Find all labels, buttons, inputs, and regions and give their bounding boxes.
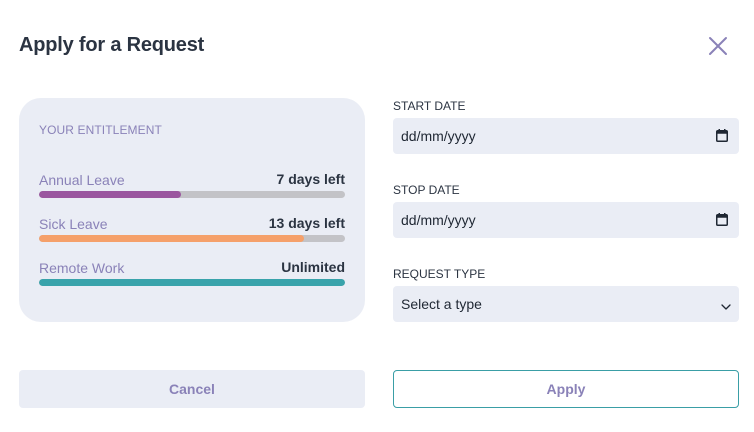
chevron-down-icon [721,299,731,310]
calendar-icon[interactable] [716,213,728,226]
cancel-button[interactable]: Cancel [19,370,365,408]
entitlement-progress-fill [39,191,182,198]
request-type-label: REQUEST TYPE [393,267,486,281]
request-type-select[interactable]: Select a type [393,286,739,322]
stop-date-input[interactable]: dd/mm/yyyy [393,202,739,238]
entitlement-label: Annual Leave [39,172,125,188]
entitlement-progress-fill [39,235,304,242]
entitlement-progress-fill [39,279,345,286]
close-icon[interactable] [706,34,730,58]
stop-date-label: STOP DATE [393,183,460,197]
entitlement-card: YOUR ENTITLEMENT Annual Leave 7 days lef… [19,98,365,322]
entitlement-progress-bar [39,191,345,198]
entitlement-progress-bar [39,279,345,286]
entitlement-value: 7 days left [276,171,345,187]
start-date-label: START DATE [393,99,466,113]
calendar-icon[interactable] [716,129,728,142]
entitlement-annual-leave: Annual Leave 7 days left [39,171,345,198]
apply-button[interactable]: Apply [393,370,739,408]
request-type-value: Select a type [401,296,482,312]
entitlement-value: Unlimited [281,259,345,275]
stop-date-value: dd/mm/yyyy [401,212,476,228]
entitlement-sick-leave: Sick Leave 13 days left [39,215,345,242]
entitlement-label: Sick Leave [39,216,108,232]
entitlement-heading: YOUR ENTITLEMENT [39,123,162,137]
entitlement-label: Remote Work [39,260,125,276]
entitlement-progress-bar [39,235,345,242]
entitlement-remote-work: Remote Work Unlimited [39,259,345,286]
entitlement-value: 13 days left [268,215,345,231]
start-date-value: dd/mm/yyyy [401,128,476,144]
dialog-title: Apply for a Request [19,34,205,56]
start-date-input[interactable]: dd/mm/yyyy [393,118,739,154]
